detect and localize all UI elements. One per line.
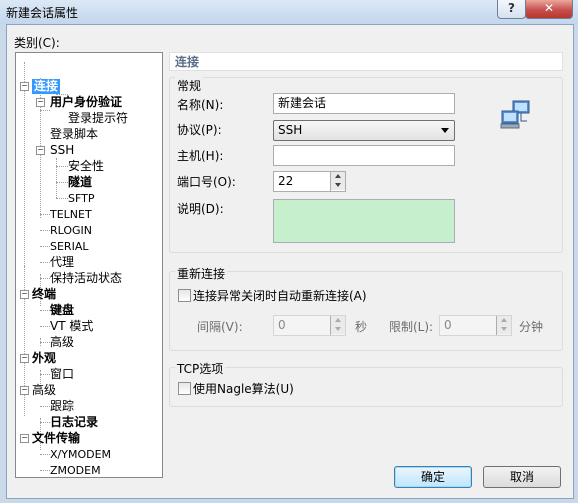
chevron-down-icon xyxy=(441,128,449,133)
cancel-button[interactable]: 取消 xyxy=(483,466,561,488)
name-label: 名称(N): xyxy=(177,98,224,112)
port-value: 22 xyxy=(278,174,294,188)
panel-header: 连接 xyxy=(169,52,563,71)
tree-line xyxy=(40,110,50,111)
tree-line xyxy=(56,182,68,183)
limit-field[interactable]: 0 xyxy=(439,315,512,336)
description-label: 说明(D): xyxy=(177,202,224,216)
tree-item-user-auth[interactable]: 用户身份验证 xyxy=(50,95,122,110)
tree-item-appearance[interactable]: 外观 xyxy=(32,351,56,366)
tree-item-login-script[interactable]: 登录脚本 xyxy=(50,127,98,142)
tree-item-zmodem[interactable]: ZMODEM xyxy=(50,463,101,478)
tree-line xyxy=(56,166,68,167)
collapse-icon[interactable]: − xyxy=(36,146,45,155)
protocol-label: 协议(P): xyxy=(177,123,222,137)
tree-item-serial[interactable]: SERIAL xyxy=(50,239,88,254)
interval-unit: 秒 xyxy=(355,320,368,334)
collapse-icon[interactable]: − xyxy=(20,434,29,443)
tree-line xyxy=(40,326,50,327)
tree-item-connection[interactable]: 连接 xyxy=(32,79,61,94)
tree-item-security[interactable]: 安全性 xyxy=(68,159,104,174)
reconnect-group-title: 重新连接 xyxy=(175,265,228,282)
interval-stepper[interactable] xyxy=(330,316,345,335)
tree-item-xymodem[interactable]: X/YMODEM xyxy=(50,447,111,462)
tree-line xyxy=(40,422,50,423)
collapse-icon[interactable]: − xyxy=(20,290,29,299)
tree-item-advanced[interactable]: 高级 xyxy=(32,383,56,398)
tree-line xyxy=(40,470,50,471)
tree-line xyxy=(56,198,68,199)
tree-line xyxy=(40,454,50,455)
limit-label: 限制(L): xyxy=(389,320,434,334)
host-label: 主机(H): xyxy=(177,149,224,163)
interval-label: 间隔(V): xyxy=(197,320,243,334)
tree-item-rlogin[interactable]: RLOGIN xyxy=(50,223,92,238)
spin-down-icon[interactable] xyxy=(331,181,345,190)
collapse-icon[interactable]: − xyxy=(36,98,45,107)
tree-item-terminal[interactable]: 终端 xyxy=(32,287,56,302)
general-group-title: 常规 xyxy=(175,77,204,94)
tree-line xyxy=(40,342,50,343)
spin-down-icon[interactable] xyxy=(331,325,345,334)
limit-unit: 分钟 xyxy=(519,320,544,334)
title-bar: 新建会话属性 ? ✕ xyxy=(0,0,578,24)
tree-line xyxy=(40,406,50,407)
collapse-icon[interactable]: − xyxy=(20,386,29,395)
dialog-body: 类别(C): − − − − − − − 连接 用户身份验证 登录提示符 登录脚… xyxy=(6,24,574,499)
tree-item-keyboard[interactable]: 键盘 xyxy=(50,303,74,318)
port-field[interactable]: 22 xyxy=(273,171,346,192)
protocol-value: SSH xyxy=(278,123,303,137)
tree-item-sftp[interactable]: SFTP xyxy=(68,191,94,206)
tree-line xyxy=(40,230,50,231)
collapse-icon[interactable]: − xyxy=(20,354,29,363)
tree-item-window[interactable]: 窗口 xyxy=(50,367,74,382)
collapse-icon[interactable]: − xyxy=(20,82,29,91)
tree-line xyxy=(40,262,50,263)
auto-reconnect-checkbox[interactable] xyxy=(178,289,191,302)
tree-item-tunnel[interactable]: 隧道 xyxy=(68,175,92,190)
tree-item-file-transfer[interactable]: 文件传输 xyxy=(32,431,80,446)
tree-item-ssh[interactable]: SSH xyxy=(50,143,74,158)
nagle-checkbox[interactable] xyxy=(178,382,191,395)
reconnect-group xyxy=(169,271,563,351)
tree-line xyxy=(40,246,50,247)
tree-line xyxy=(24,62,25,266)
category-label: 类别(C): xyxy=(14,36,60,50)
tree-item-telnet[interactable]: TELNET xyxy=(50,207,92,222)
tcp-group-title: TCP选项 xyxy=(175,360,226,377)
name-field[interactable]: 新建会话 xyxy=(273,93,455,114)
tree-item-keepalive[interactable]: 保持活动状态 xyxy=(50,271,122,286)
category-tree[interactable]: − − − − − − − 连接 用户身份验证 登录提示符 登录脚本 SSH 安… xyxy=(15,52,163,478)
description-field[interactable] xyxy=(273,199,455,243)
tree-item-proxy[interactable]: 代理 xyxy=(50,255,74,270)
tree-line xyxy=(40,374,50,375)
nagle-label[interactable]: 使用Nagle算法(U) xyxy=(193,380,294,397)
tree-line xyxy=(40,278,50,279)
window-title: 新建会话属性 xyxy=(6,6,79,20)
limit-value: 0 xyxy=(444,318,452,332)
protocol-select[interactable]: SSH xyxy=(273,120,455,141)
port-label: 端口号(O): xyxy=(177,175,236,189)
auto-reconnect-label[interactable]: 连接异常关闭时自动重新连接(A) xyxy=(193,287,367,304)
help-button[interactable]: ? xyxy=(497,0,526,19)
interval-field[interactable]: 0 xyxy=(273,315,346,336)
tree-line xyxy=(40,310,50,311)
tree-item-logging[interactable]: 日志记录 xyxy=(50,415,98,430)
close-button[interactable]: ✕ xyxy=(525,0,573,19)
tree-item-trace[interactable]: 跟踪 xyxy=(50,399,74,414)
host-field[interactable] xyxy=(273,145,455,166)
tree-item-vt-mode[interactable]: VT 模式 xyxy=(50,319,93,334)
interval-value: 0 xyxy=(278,318,286,332)
tree-line xyxy=(40,214,50,215)
tree-line xyxy=(56,158,57,198)
spin-down-icon[interactable] xyxy=(497,325,511,334)
ok-button[interactable]: 确定 xyxy=(394,466,472,488)
limit-stepper[interactable] xyxy=(496,316,511,335)
network-icon xyxy=(499,99,533,131)
tree-item-terminal-advanced[interactable]: 高级 xyxy=(50,335,74,350)
tree-item-login-prompt[interactable]: 登录提示符 xyxy=(68,111,128,126)
port-stepper[interactable] xyxy=(330,172,345,191)
